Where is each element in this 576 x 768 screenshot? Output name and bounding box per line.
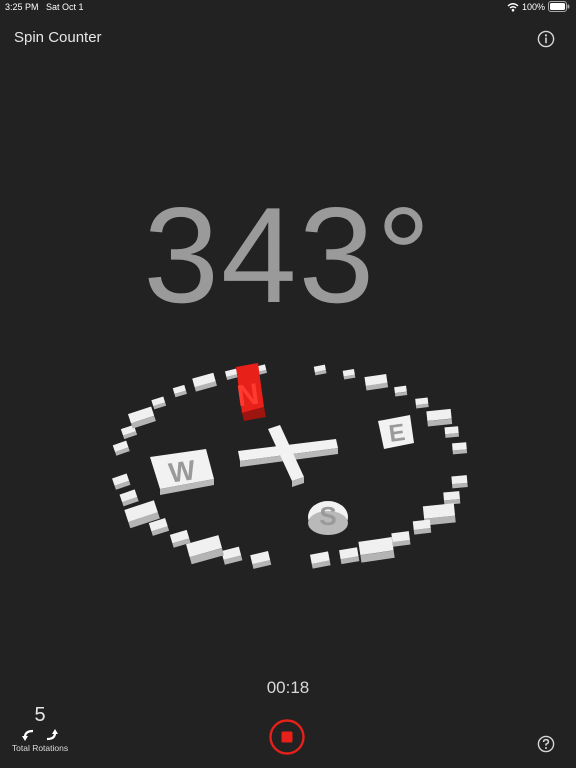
compass-dial: N E W S bbox=[90, 355, 490, 595]
compass-tick bbox=[172, 384, 187, 398]
app-screen: 3:25 PM Sat Oct 1 100% Spin Counter 343°… bbox=[0, 0, 576, 768]
battery-percent: 100% bbox=[521, 1, 545, 12]
compass-tick bbox=[426, 408, 453, 427]
north-letter: N bbox=[235, 378, 261, 414]
compass-east-label: E bbox=[378, 415, 414, 449]
help-icon bbox=[537, 735, 555, 753]
rotate-arrows-icon bbox=[22, 729, 58, 741]
compass-tick bbox=[364, 373, 389, 391]
compass-tick bbox=[151, 396, 167, 410]
compass-tick bbox=[186, 535, 224, 565]
app-title: Spin Counter bbox=[14, 29, 102, 46]
compass-tick bbox=[342, 368, 356, 380]
compass-tick bbox=[192, 372, 217, 392]
compass-tick bbox=[391, 531, 411, 547]
compass-tick bbox=[452, 442, 468, 455]
compass-tick bbox=[394, 385, 408, 397]
status-right: 100% bbox=[507, 1, 570, 12]
compass-tick bbox=[119, 489, 139, 507]
compass-tick bbox=[250, 551, 272, 569]
compass-tick bbox=[358, 537, 395, 563]
stop-button[interactable] bbox=[269, 719, 305, 755]
wifi-icon bbox=[507, 2, 519, 12]
info-button[interactable] bbox=[537, 30, 555, 48]
compass-tick bbox=[451, 475, 468, 489]
compass-west-label: W bbox=[150, 449, 214, 495]
rotation-label: Total Rotations bbox=[11, 743, 69, 753]
stop-icon bbox=[269, 719, 305, 755]
compass-tick bbox=[221, 546, 243, 565]
rotation-count: 5 bbox=[34, 704, 46, 726]
battery-icon bbox=[548, 1, 570, 12]
compass-tick bbox=[112, 473, 131, 490]
status-time: 3:25 PM bbox=[5, 2, 39, 12]
compass-tick bbox=[310, 551, 331, 569]
help-button[interactable] bbox=[537, 735, 555, 753]
south-letter: S bbox=[319, 501, 336, 531]
west-letter: W bbox=[167, 454, 198, 488]
rotations-counter: 5 Total Rotations bbox=[6, 704, 74, 753]
compass-south-label: S bbox=[308, 501, 348, 535]
info-icon bbox=[537, 30, 555, 48]
heading-readout: 343° bbox=[143, 179, 433, 331]
elapsed-timer: 00:18 bbox=[266, 678, 310, 697]
compass-tick bbox=[224, 368, 239, 380]
compass-tick bbox=[313, 364, 327, 376]
compass-tick bbox=[443, 491, 461, 505]
compass-tick bbox=[444, 426, 460, 438]
compass-tick bbox=[412, 519, 432, 535]
status-bar: 3:25 PM Sat Oct 1 100% bbox=[0, 0, 576, 16]
compass-tick bbox=[339, 547, 360, 565]
compass-tick bbox=[112, 440, 130, 456]
center-cross bbox=[238, 425, 338, 487]
compass-tick bbox=[127, 406, 156, 429]
compass-tick bbox=[415, 397, 429, 409]
status-date: Sat Oct 1 bbox=[46, 2, 84, 12]
